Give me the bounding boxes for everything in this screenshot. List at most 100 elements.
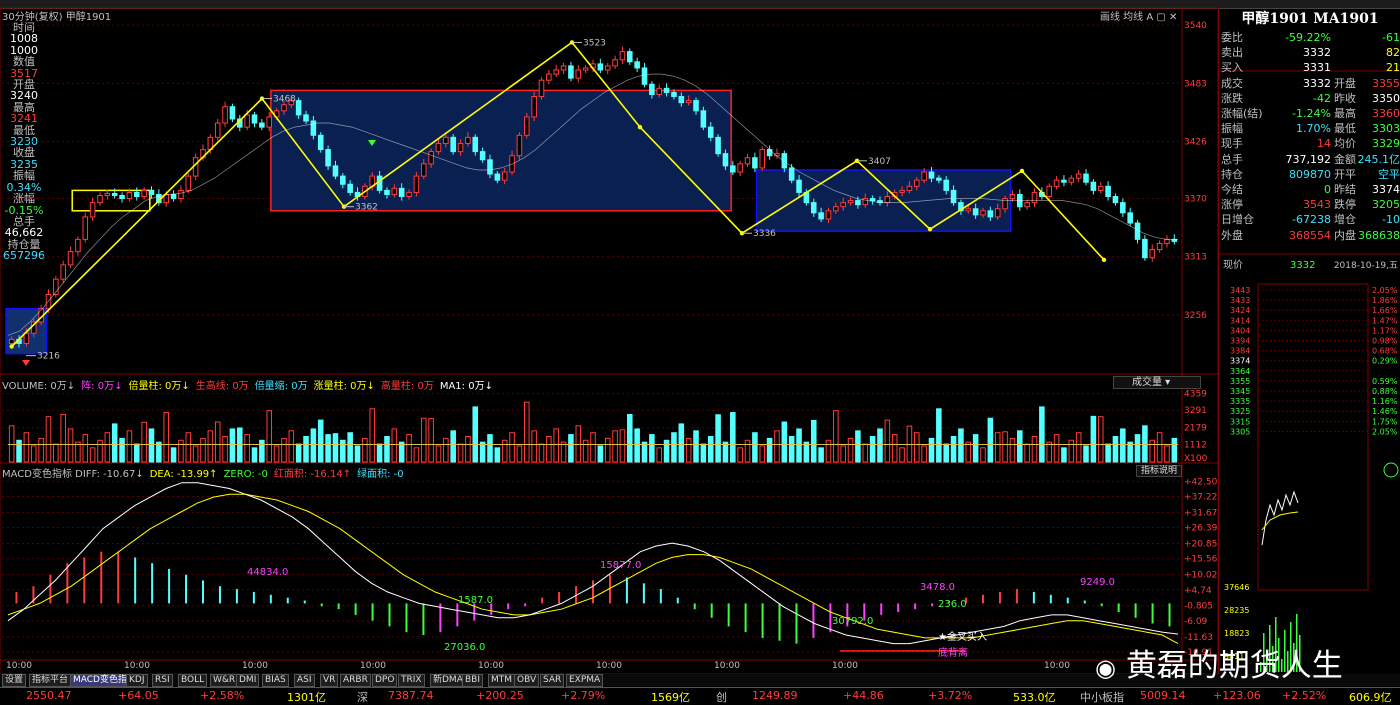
quote-cell: 0 <box>1324 183 1331 196</box>
candle <box>435 142 442 153</box>
candle <box>972 208 979 216</box>
candle <box>627 51 633 63</box>
ticker-value: +200.25 <box>476 689 524 702</box>
candle <box>744 157 751 165</box>
volume-bar <box>759 445 766 463</box>
volume-bar <box>1164 445 1170 463</box>
volume-bar <box>693 430 699 463</box>
indicator-value: MACD变色指标 DIFF: -10.67↓ <box>2 469 144 480</box>
volume-indicator-select[interactable]: 成交量 ▾ <box>1113 376 1201 389</box>
macd-tick-label: +20.85 <box>1184 540 1217 550</box>
weibo-icon: ◉ <box>1095 654 1116 682</box>
indicator-tab[interactable]: DPO <box>372 674 398 687</box>
volume-bar <box>479 441 486 463</box>
indicator-tab[interactable]: KDJ <box>126 674 148 687</box>
ticker-value: 7387.74 <box>388 689 434 702</box>
indicator-tab[interactable]: OBV <box>514 674 540 687</box>
candle <box>810 202 817 214</box>
volume-bar <box>244 434 250 463</box>
macd-tick-label: +4.74 <box>1184 586 1212 596</box>
candle <box>450 136 456 153</box>
indicator-tab[interactable]: ASI <box>294 674 315 687</box>
indicator-value: 倍量柱: 0万↓ <box>128 381 190 392</box>
volume-bar <box>707 435 714 463</box>
indicator-tab[interactable]: MTM <box>488 674 516 687</box>
volume-bar <box>656 447 663 463</box>
indicator-tab[interactable]: 设置 <box>2 674 27 687</box>
volume-bar <box>222 435 228 463</box>
quote-title: 甲醇1901 MA1901 <box>1241 11 1379 27</box>
quote-cell: 持仓 <box>1221 167 1243 181</box>
macd-tick-label: +26.39 <box>1184 524 1218 534</box>
volume-bar <box>391 428 398 463</box>
candle <box>457 142 464 153</box>
candle <box>693 100 699 112</box>
indicator-tab[interactable]: EXPMA <box>566 674 604 687</box>
quote-cell: 3303 <box>1372 122 1400 136</box>
volume-bar <box>538 443 545 463</box>
candle <box>1053 179 1060 187</box>
quote-cell: -61 <box>1382 31 1400 44</box>
macd-header: MACD变色指标 DIFF: -10.67↓ DEA: -13.99↑ ZERO: … <box>2 465 410 480</box>
indicator-tab[interactable]: TRIX <box>398 674 425 687</box>
volume-bar <box>141 421 147 463</box>
indicator-tab[interactable]: ARBR <box>340 674 371 687</box>
candle <box>855 200 861 206</box>
indicator-help-button[interactable]: 指标说明 <box>1136 465 1182 477</box>
indicator-tab[interactable]: 指标平台 <box>29 674 72 687</box>
candle <box>597 63 604 71</box>
volume-bar <box>156 441 162 463</box>
indicator-tab[interactable]: SAR <box>540 674 565 687</box>
zigzag-point <box>1019 168 1025 174</box>
volume-bar <box>465 435 471 463</box>
volume-bar <box>398 441 405 463</box>
volume-bar <box>833 410 839 463</box>
indicator-tab[interactable]: BOLL <box>178 674 208 687</box>
macd-tick-label: -0.805 <box>1184 602 1213 612</box>
candle <box>906 185 913 191</box>
volume-bar <box>332 433 339 463</box>
quote-cell: 涨停 <box>1221 198 1243 212</box>
candle <box>759 149 766 169</box>
macd-tick-label: +37.22 <box>1184 492 1217 502</box>
volume-bar <box>259 439 265 463</box>
volume-bar <box>185 432 192 463</box>
indicator-tab[interactable]: BBI <box>462 674 484 687</box>
quote-cell: 均价 <box>1334 137 1356 151</box>
candle <box>148 189 155 195</box>
indicator-tab[interactable]: BIAS <box>262 674 289 687</box>
indicator-tab[interactable]: DMI <box>236 674 260 687</box>
volume-bar <box>950 435 957 463</box>
indicator-tab[interactable]: RSI <box>152 674 173 687</box>
candle <box>23 332 30 344</box>
quote-cell: 内盘 <box>1334 228 1356 242</box>
volume-bar <box>737 447 743 463</box>
candle <box>612 59 618 67</box>
indicator-value: 倍量缩: 0万 <box>254 381 308 392</box>
volume-bar <box>869 435 876 463</box>
ticker-value: +64.05 <box>118 689 159 702</box>
volume-bar <box>582 439 589 463</box>
candle <box>869 198 876 202</box>
candle <box>398 187 405 198</box>
candle <box>281 104 287 112</box>
indicator-tab[interactable]: W&R <box>210 674 239 687</box>
quote-cell: 3332 <box>1303 46 1331 60</box>
volume-bar <box>501 439 508 463</box>
indicator-value: 绿面积: -0 <box>357 469 404 480</box>
volume-bar <box>1149 439 1156 463</box>
candle <box>443 136 449 144</box>
quote-cell: 卖出 <box>1221 46 1243 60</box>
volume-bar <box>781 421 788 463</box>
candle <box>82 216 89 240</box>
volume-bar <box>317 419 324 463</box>
candle <box>244 114 250 128</box>
indicator-tab[interactable]: VR <box>320 674 339 687</box>
volume-bar <box>840 445 846 463</box>
candle <box>60 264 66 280</box>
volume-bar <box>928 437 935 463</box>
ticker-value: +123.06 <box>1213 689 1261 702</box>
volume-bar <box>229 428 236 463</box>
volume-bar <box>207 430 214 463</box>
indicator-tab[interactable]: 新DMA <box>430 674 466 687</box>
